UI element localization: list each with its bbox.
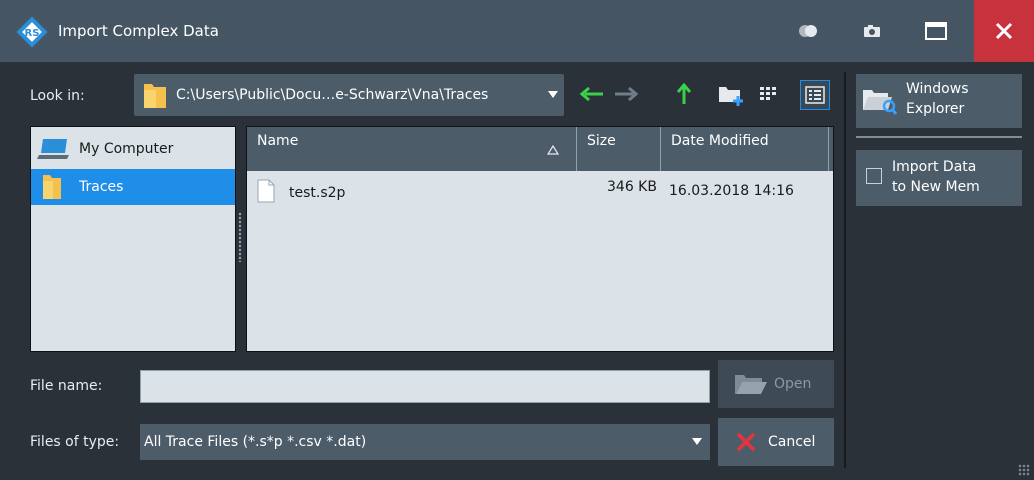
new-folder-button[interactable] xyxy=(718,80,746,108)
windows-explorer-button[interactable]: Windows Explorer xyxy=(856,74,1022,128)
sort-ascending-icon xyxy=(547,145,559,155)
maximize-icon xyxy=(925,22,947,40)
arrow-up-icon xyxy=(676,82,692,104)
files-of-type-select[interactable]: All Trace Files (*.s*p *.csv *.dat) xyxy=(140,424,710,460)
explorer-folder-icon xyxy=(863,90,898,115)
list-view-icon xyxy=(760,87,776,100)
column-header-label: Name xyxy=(257,133,299,149)
back-button[interactable] xyxy=(578,80,606,108)
files-of-type-label: Files of type: xyxy=(30,434,120,450)
cancel-x-icon xyxy=(736,432,756,452)
file-list: Name Size Date Modified test.s2p 346 KB … xyxy=(246,126,834,352)
chevron-down-icon xyxy=(692,438,702,445)
look-in-combo[interactable]: C:\Users\Public\Docu…e-Schwarz\Vna\Trace… xyxy=(134,74,564,116)
list-view-button[interactable] xyxy=(754,80,782,108)
cancel-label: Cancel xyxy=(768,434,816,450)
column-header-name[interactable]: Name xyxy=(247,127,577,171)
import-dialog: RS Import Complex Data Look in: C:\Users… xyxy=(0,0,1034,480)
new-folder-icon xyxy=(719,87,743,106)
folder-icon xyxy=(144,84,166,108)
open-folder-icon xyxy=(735,375,767,394)
forward-button[interactable] xyxy=(612,80,640,108)
folder-icon xyxy=(43,175,61,199)
resize-grip[interactable] xyxy=(1018,464,1030,476)
close-button[interactable] xyxy=(974,0,1034,62)
sidebar-separator xyxy=(856,136,1022,138)
file-size-cell: 346 KB xyxy=(607,179,657,195)
open-label: Open xyxy=(774,376,812,392)
look-in-label: Look in: xyxy=(30,88,85,104)
toggle-transparency-button[interactable] xyxy=(792,0,824,62)
window-title: Import Complex Data xyxy=(58,22,219,40)
file-name-label: File name: xyxy=(30,378,103,394)
maximize-button[interactable] xyxy=(918,0,954,62)
file-date-cell: 16.03.2018 14:16 xyxy=(669,183,794,199)
files-of-type-value: All Trace Files (*.s*p *.csv *.dat) xyxy=(144,434,367,450)
place-traces[interactable]: Traces xyxy=(31,169,235,205)
column-header-size[interactable]: Size xyxy=(577,127,661,171)
sidebar-divider xyxy=(844,72,846,468)
import-to-new-mem-checkbox[interactable]: Import Data to New Mem xyxy=(856,150,1022,206)
explorer-label-line2: Explorer xyxy=(906,101,965,117)
title-bar: RS Import Complex Data xyxy=(0,0,1034,62)
look-in-path: C:\Users\Public\Docu…e-Schwarz\Vna\Trace… xyxy=(176,87,489,103)
place-my-computer[interactable]: My Computer xyxy=(31,131,235,167)
up-folder-button[interactable] xyxy=(670,80,698,108)
toggle-icon xyxy=(799,25,817,37)
file-name-cell: test.s2p xyxy=(289,185,346,201)
screenshot-button[interactable] xyxy=(856,0,888,62)
column-header-label: Size xyxy=(587,133,616,149)
column-header-date[interactable]: Date Modified xyxy=(661,127,829,171)
cancel-button[interactable]: Cancel xyxy=(718,418,834,466)
file-icon xyxy=(257,179,275,203)
import-label-line2: to New Mem xyxy=(892,179,980,195)
svg-text:RS: RS xyxy=(25,28,40,39)
place-label: My Computer xyxy=(79,141,174,157)
detail-view-button[interactable] xyxy=(800,80,830,110)
close-icon xyxy=(995,22,1013,40)
computer-icon xyxy=(37,139,69,159)
arrow-left-icon xyxy=(579,86,603,102)
import-label-line1: Import Data xyxy=(892,159,977,175)
table-row[interactable]: test.s2p 346 KB 16.03.2018 14:16 xyxy=(247,171,833,211)
arrow-right-icon xyxy=(615,86,639,102)
file-list-header: Name Size Date Modified xyxy=(247,127,833,171)
chevron-down-icon xyxy=(548,91,558,98)
explorer-label-line1: Windows xyxy=(906,81,969,97)
checkbox-box xyxy=(866,168,882,184)
rs-logo-icon: RS xyxy=(16,16,48,48)
splitter-handle[interactable] xyxy=(238,212,242,262)
place-label: Traces xyxy=(79,179,124,195)
open-button[interactable]: Open xyxy=(718,360,834,408)
column-header-label: Date Modified xyxy=(671,133,769,149)
file-name-input[interactable] xyxy=(140,370,710,403)
detail-view-icon xyxy=(805,86,825,104)
places-panel: My Computer Traces xyxy=(30,126,236,352)
camera-icon xyxy=(864,25,880,37)
